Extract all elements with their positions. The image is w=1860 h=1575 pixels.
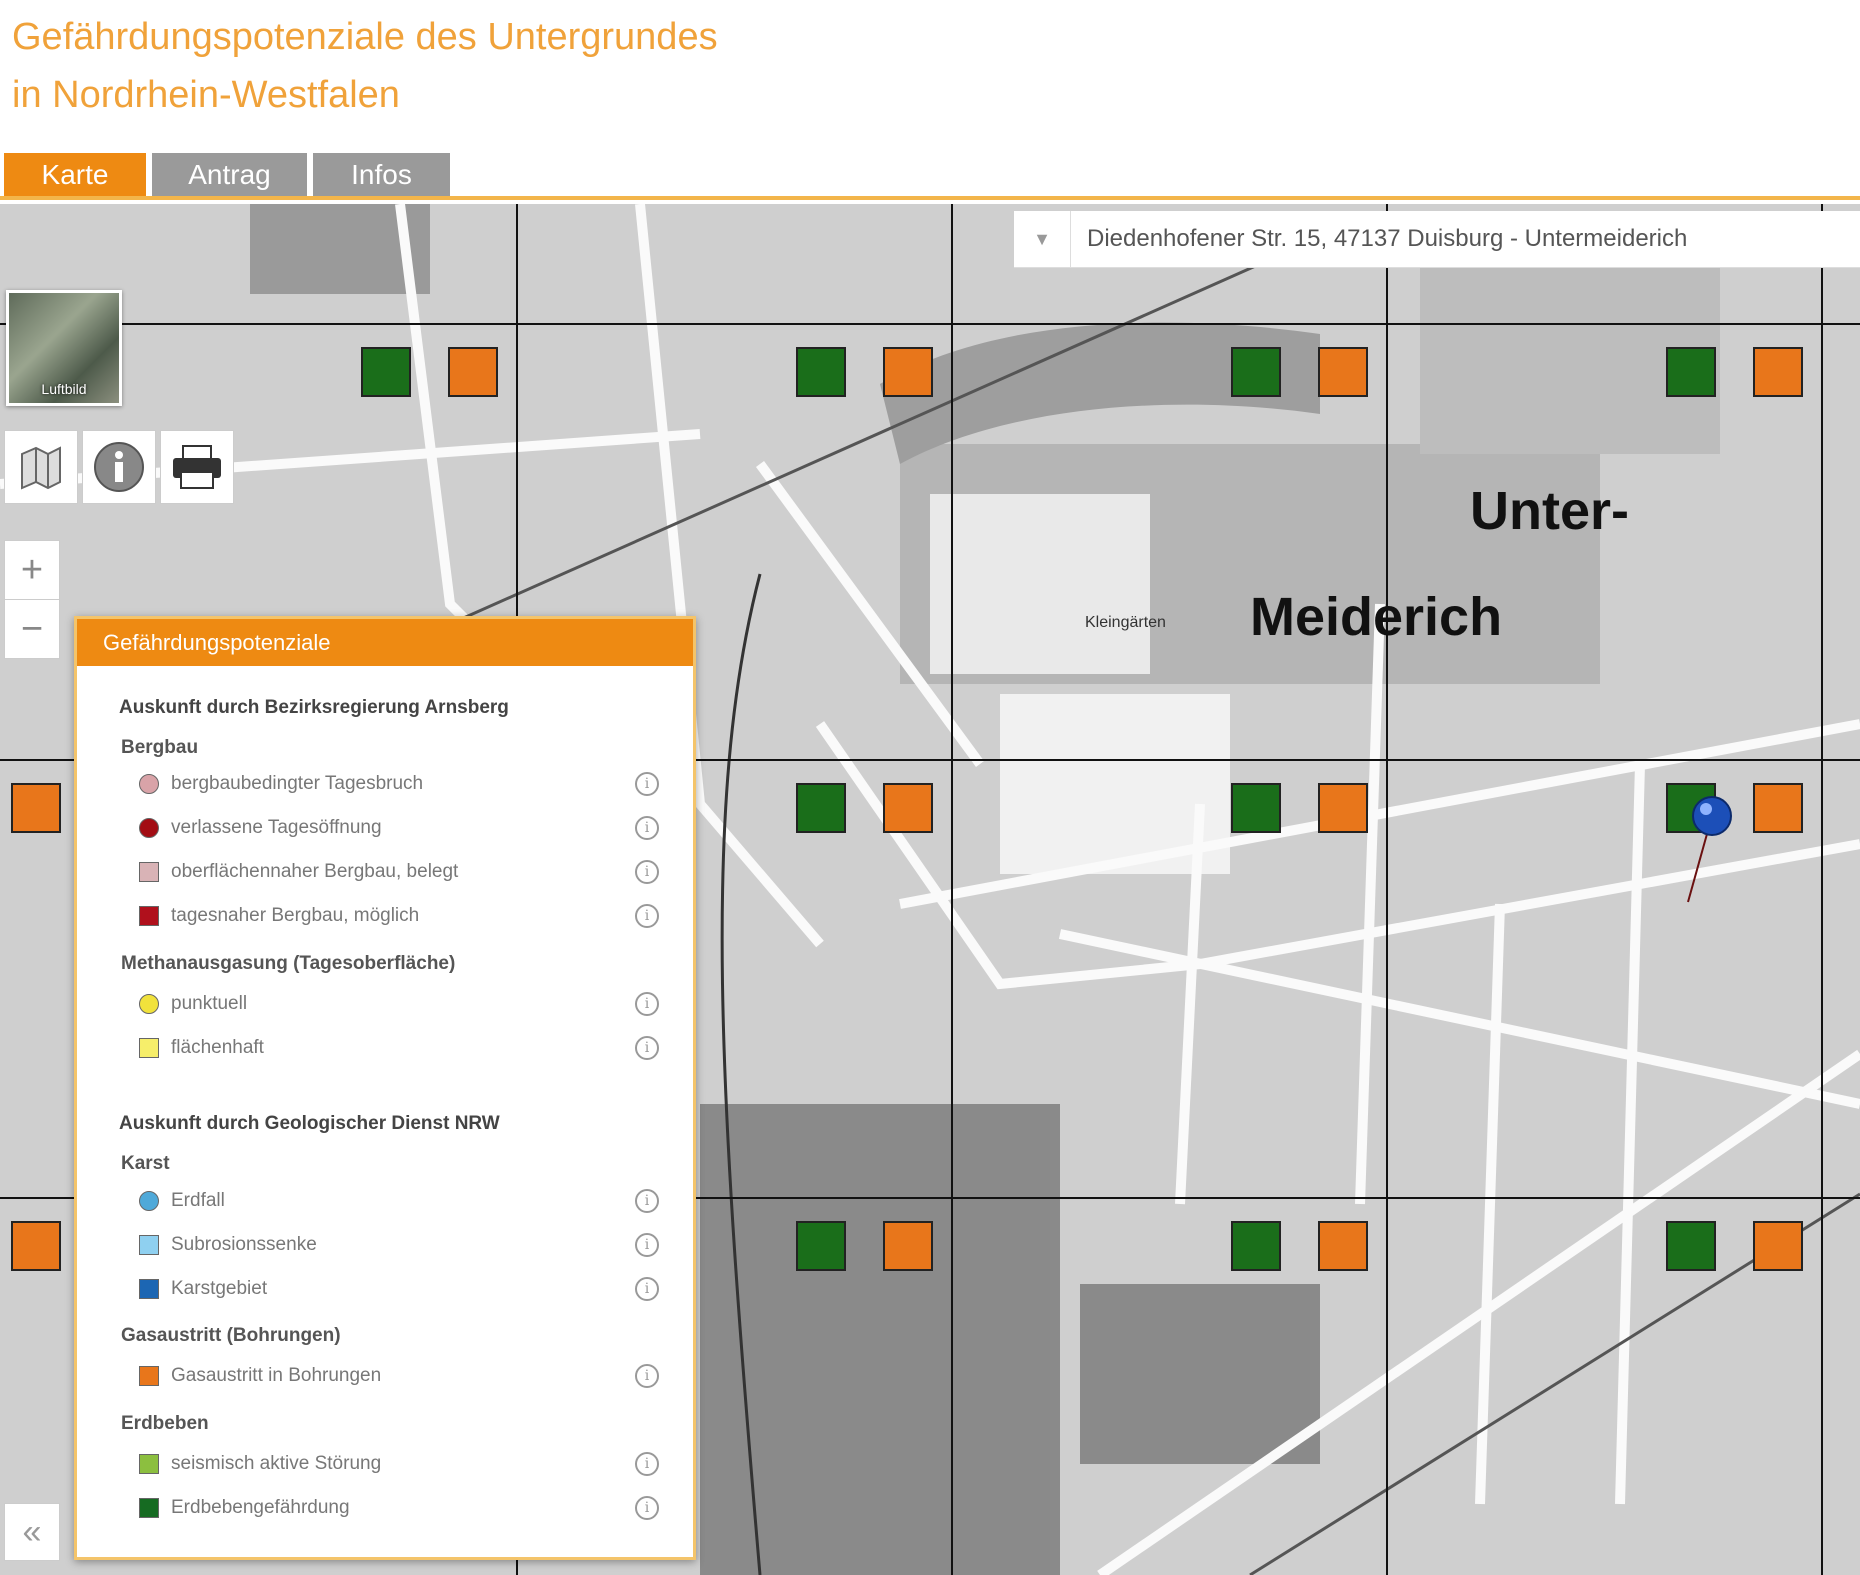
legend-item-label: seismisch aktive Störung xyxy=(171,1453,382,1474)
legend-group-gas: Gasaustritt (Bohrungen) xyxy=(121,1325,341,1346)
zoom-in-button[interactable]: + xyxy=(5,541,59,599)
info-icon[interactable]: i xyxy=(635,1233,659,1257)
legend-symbol xyxy=(139,1038,159,1058)
legend-item-oberflaechennah: oberflächennaher Bergbau, belegt i xyxy=(139,857,659,887)
tab-bar: Karte Antrag Infos xyxy=(4,153,450,196)
address-search-input[interactable] xyxy=(1085,224,1829,254)
info-icon[interactable]: i xyxy=(635,1452,659,1476)
info-icon xyxy=(94,442,144,492)
chevron-down-icon: ▼ xyxy=(1033,228,1051,249)
info-button[interactable] xyxy=(82,430,156,504)
legend-symbol xyxy=(139,1498,159,1518)
legend-section-bezirksregierung: Auskunft durch Bezirksregierung Arnsberg xyxy=(119,697,509,718)
legend-item-erdfall: Erdfall i xyxy=(139,1186,659,1216)
info-icon[interactable]: i xyxy=(635,1189,659,1213)
legend-item-tagesoeffnung: verlassene Tagesöffnung i xyxy=(139,813,659,843)
zoom-control: + − xyxy=(4,540,60,659)
collapse-panel-button[interactable]: « xyxy=(4,1503,60,1561)
legend-item-tagesbruch: bergbaubedingter Tagesbruch i xyxy=(139,769,659,799)
double-chevron-left-icon: « xyxy=(22,1512,42,1551)
legend-item-label: Erdfall xyxy=(171,1190,225,1211)
legend-item-subrosion: Subrosionssenke i xyxy=(139,1230,659,1260)
legend-item-label: Karstgebiet xyxy=(171,1278,268,1299)
legend-symbol xyxy=(139,1235,159,1255)
legend-symbol xyxy=(139,906,159,926)
legend-title: Gefährdungspotenziale xyxy=(77,619,693,666)
zoom-out-button[interactable]: − xyxy=(5,599,59,658)
printer-icon xyxy=(173,445,221,489)
legend-item-label: Gasaustritt in Bohrungen xyxy=(171,1365,382,1386)
legend-item-label: bergbaubedingter Tagesbruch xyxy=(171,773,424,794)
legend-item-label: punktuell xyxy=(171,993,248,1014)
tab-karte[interactable]: Karte xyxy=(4,153,146,196)
map-icon xyxy=(21,446,61,490)
info-icon[interactable]: i xyxy=(635,904,659,928)
info-icon[interactable]: i xyxy=(635,860,659,884)
title-line-2: in Nordrhein-Westfalen xyxy=(12,74,400,116)
legend-item-label: flächenhaft xyxy=(171,1037,264,1058)
basemap-toggle-label: Luftbild xyxy=(41,381,87,397)
info-icon[interactable]: i xyxy=(635,816,659,840)
search-dropdown-toggle[interactable]: ▼ xyxy=(1014,211,1071,267)
legend-item-label: Subrosionssenke xyxy=(171,1234,317,1255)
legend-item-seismisch: seismisch aktive Störung i xyxy=(139,1449,659,1479)
legend-item-tagesnah: tagesnaher Bergbau, möglich i xyxy=(139,901,659,931)
place-label-kleingaerten: Kleingärten xyxy=(1085,614,1166,631)
legend-item-label: oberflächennaher Bergbau, belegt xyxy=(171,861,459,882)
info-icon[interactable]: i xyxy=(635,1277,659,1301)
legend-group-bergbau: Bergbau xyxy=(121,737,199,758)
legend-symbol xyxy=(139,1454,159,1474)
info-icon[interactable]: i xyxy=(635,1364,659,1388)
legend-item-punktuell: punktuell i xyxy=(139,989,659,1019)
legend-symbol xyxy=(139,862,159,882)
legend-group-erdbeben: Erdbeben xyxy=(121,1413,209,1434)
legend-symbol xyxy=(139,1279,159,1299)
legend-panel: Gefährdungspotenziale Auskunft durch Bez… xyxy=(74,616,696,1560)
print-button[interactable] xyxy=(160,430,234,504)
legend-symbol xyxy=(139,774,159,794)
legend-item-label: Erdbebengefährdung xyxy=(171,1497,350,1518)
legend-item-flaechenhaft: flächenhaft i xyxy=(139,1033,659,1063)
map-layers-button[interactable] xyxy=(4,430,78,504)
legend-item-erdbebengefaehrdung: Erdbebengefährdung i xyxy=(139,1493,659,1523)
legend-item-label: verlassene Tagesöffnung xyxy=(171,817,382,838)
address-search: ▼ xyxy=(1014,211,1860,268)
legend-section-geologischer-dienst: Auskunft durch Geologischer Dienst NRW xyxy=(119,1113,500,1134)
page-title: Gefährdungspotenziale des Untergrundes i… xyxy=(12,8,718,124)
legend-group-karst: Karst xyxy=(121,1153,170,1174)
info-icon[interactable]: i xyxy=(635,1036,659,1060)
basemap-toggle-luftbild[interactable]: Luftbild xyxy=(6,290,122,406)
info-icon[interactable]: i xyxy=(635,772,659,796)
legend-item-label: tagesnaher Bergbau, möglich xyxy=(171,905,420,926)
map-toolbar xyxy=(4,430,234,504)
place-label-meiderich: Meiderich xyxy=(1250,587,1503,647)
legend-symbol xyxy=(139,1191,159,1211)
legend-item-gas: Gasaustritt in Bohrungen i xyxy=(139,1361,659,1391)
legend-group-methan: Methanausgasung (Tagesoberfläche) xyxy=(121,953,456,974)
info-icon[interactable]: i xyxy=(635,992,659,1016)
legend-symbol xyxy=(139,1366,159,1386)
tab-underline xyxy=(0,196,1860,200)
legend-symbol xyxy=(139,994,159,1014)
legend-symbol xyxy=(139,818,159,838)
title-line-1: Gefährdungspotenziale des Untergrundes xyxy=(12,16,718,58)
place-label-unter: Unter- xyxy=(1470,481,1629,541)
legend-item-karstgebiet: Karstgebiet i xyxy=(139,1274,659,1304)
info-icon[interactable]: i xyxy=(635,1496,659,1520)
tab-antrag[interactable]: Antrag xyxy=(152,153,307,196)
tab-infos[interactable]: Infos xyxy=(313,153,450,196)
